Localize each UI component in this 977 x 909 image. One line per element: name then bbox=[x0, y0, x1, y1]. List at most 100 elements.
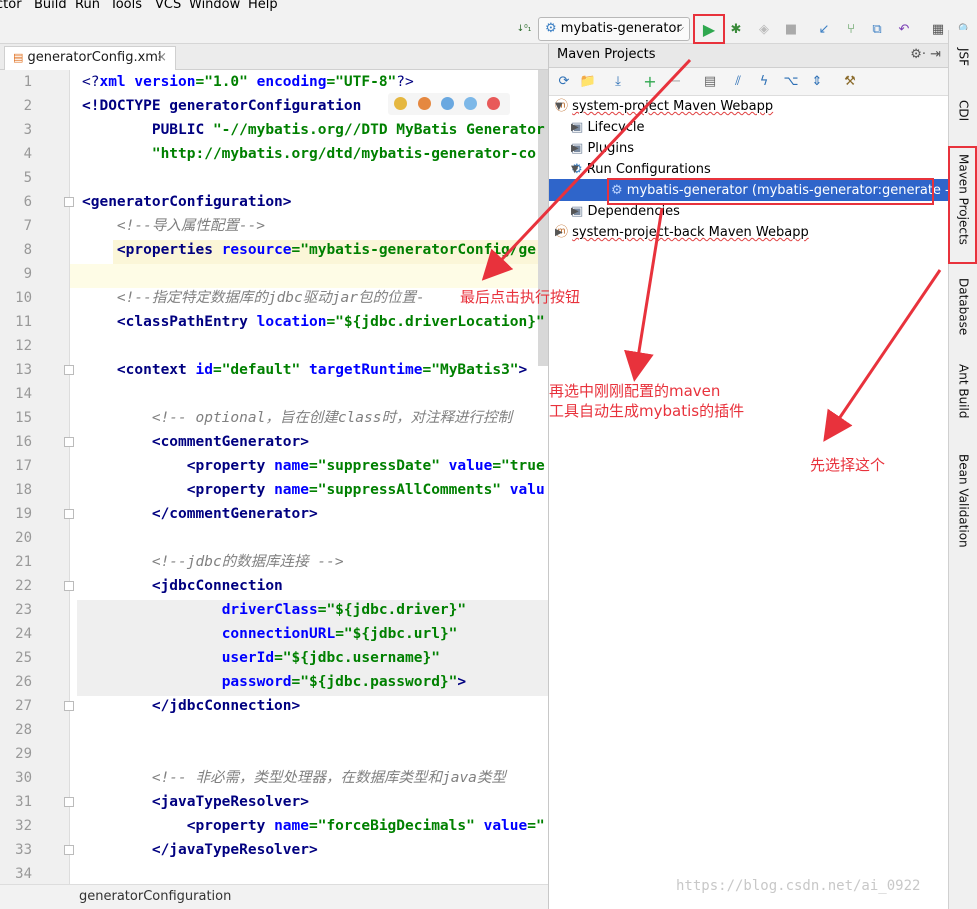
fold-marker[interactable] bbox=[64, 845, 74, 855]
code-line: password="${jdbc.password}"> bbox=[221, 674, 467, 690]
add-icon[interactable]: + bbox=[641, 72, 659, 91]
project-structure-icon[interactable]: ▦ bbox=[928, 19, 948, 39]
run-config-select[interactable]: ⚙ mybatis-generator ⌵ bbox=[538, 17, 690, 41]
tree-node-run-configurations[interactable]: ▼ ⚙ Run Configurations bbox=[571, 159, 711, 180]
code-line: <properties resource="mybatis-generatorC… bbox=[82, 242, 536, 258]
line-number: 26 bbox=[15, 674, 32, 690]
maven-settings-icon[interactable]: ⚒ bbox=[841, 72, 859, 90]
menu-item[interactable]: ctor bbox=[0, 0, 22, 11]
reimport-icon[interactable]: ⟳ bbox=[555, 72, 573, 90]
line-number: 16 bbox=[15, 434, 32, 450]
fold-marker[interactable] bbox=[64, 581, 74, 591]
code-line: <javaTypeResolver> bbox=[82, 794, 309, 810]
code-lines: 1 2 3 4 5 6 7 8 9 10 11 12 13 14 15 16 1… bbox=[0, 70, 548, 884]
code-line: <generatorConfiguration> bbox=[82, 194, 292, 210]
vcs-commit-icon[interactable]: ⑂ bbox=[841, 19, 861, 39]
skip-tests-icon[interactable]: ϟ bbox=[755, 72, 773, 90]
menu-tools[interactable]: Tools bbox=[110, 0, 142, 11]
line-number: 31 bbox=[15, 794, 32, 810]
tree-node-project2[interactable]: ▶ ⓜ system-project-back Maven Webapp bbox=[555, 222, 809, 243]
show-dependencies-icon[interactable]: ⌥ bbox=[782, 72, 800, 90]
maven-projects-panel: Maven Projects ⚙· ⇥ ⟳ 📁 ⤓ + − ▤ ⫽ ϟ ⌥ ⇕ … bbox=[548, 44, 963, 909]
line-number: 5 bbox=[23, 170, 32, 186]
breadcrumb[interactable]: generatorConfiguration bbox=[0, 884, 548, 909]
line-number: 30 bbox=[15, 770, 32, 786]
download-icon[interactable]: ⤓ bbox=[609, 72, 627, 90]
tree-node-lifecycle[interactable]: ▶ ▣ Lifecycle bbox=[571, 117, 644, 138]
revert-icon[interactable]: ↶ bbox=[894, 19, 914, 39]
line-number: 19 bbox=[15, 506, 32, 522]
code-comment: <!-- optional，旨在创建class时，对注释进行控制 bbox=[82, 410, 512, 426]
tree-label: system-project Maven Webapp bbox=[572, 99, 774, 114]
code-line: PUBLIC "-//mybatis.org//DTD MyBatis Gene… bbox=[82, 122, 545, 138]
maven-panel-header: Maven Projects ⚙· ⇥ bbox=[549, 44, 949, 68]
line-number: 2 bbox=[23, 98, 32, 114]
line-number: 23 bbox=[15, 602, 32, 618]
firefox-icon[interactable] bbox=[418, 97, 431, 110]
tool-tab-ant-build[interactable]: Ant Build bbox=[949, 364, 977, 434]
opera-icon[interactable] bbox=[487, 97, 500, 110]
line-number: 6 bbox=[23, 194, 32, 210]
code-line: driverClass="${jdbc.driver}" bbox=[221, 602, 467, 618]
coverage-icon[interactable]: ◈ bbox=[754, 19, 774, 39]
run-item-highlight-box bbox=[607, 178, 934, 205]
tab-generator-config[interactable]: ▤ generatorConfig.xml × bbox=[4, 46, 176, 70]
tree-label: Run Configurations bbox=[586, 162, 711, 177]
run-config-label: mybatis-generator bbox=[560, 21, 682, 36]
menu-help[interactable]: Help bbox=[248, 0, 278, 11]
fold-marker[interactable] bbox=[64, 197, 74, 207]
panel-title: Maven Projects bbox=[557, 47, 656, 62]
code-line: </javaTypeResolver> bbox=[82, 842, 318, 858]
browser-preview-bar bbox=[388, 93, 510, 115]
menu-vcs[interactable]: VCS bbox=[155, 0, 181, 11]
tree-node-plugins[interactable]: ▶ ▣ Plugins bbox=[571, 138, 634, 159]
menu-window[interactable]: Window bbox=[189, 0, 240, 11]
code-line: <context id="default" targetRuntime="MyB… bbox=[82, 362, 528, 378]
vcs-update-icon[interactable]: ↙ bbox=[814, 19, 834, 39]
tool-tab-jsf[interactable]: JSF bbox=[949, 48, 977, 88]
note-click-run: 最后点击执行按钮 bbox=[460, 288, 581, 306]
line-number: 14 bbox=[15, 386, 32, 402]
line-number: 9 bbox=[23, 266, 32, 282]
line-number: 7 bbox=[23, 218, 32, 234]
menu-run[interactable]: Run bbox=[75, 0, 100, 11]
tool-tab-database[interactable]: Database bbox=[949, 278, 977, 348]
panel-settings-icon[interactable]: ⚙· ⇥ bbox=[910, 44, 941, 66]
run-button-highlight-box bbox=[693, 14, 725, 44]
fold-marker[interactable] bbox=[64, 437, 74, 447]
maven-tab-highlight-box bbox=[948, 146, 977, 264]
chevron-right-icon: ▶ bbox=[571, 206, 579, 217]
menu-build[interactable]: Build bbox=[34, 0, 67, 11]
line-number: 32 bbox=[15, 818, 32, 834]
generate-sources-icon[interactable]: 📁 bbox=[579, 72, 597, 90]
gear-icon: ⚙ bbox=[545, 21, 557, 36]
fold-marker[interactable] bbox=[64, 365, 74, 375]
fold-marker[interactable] bbox=[64, 797, 74, 807]
line-number: 29 bbox=[15, 746, 32, 762]
note-select-first: 先选择这个 bbox=[810, 456, 886, 474]
line-number: 33 bbox=[15, 842, 32, 858]
toggle-offline-icon[interactable]: ⫽ bbox=[729, 72, 747, 90]
code-comment: <!-- 非必需，类型处理器，在数据库类型和java类型 bbox=[82, 770, 506, 786]
xml-file-icon: ▤ bbox=[13, 51, 24, 64]
compare-icon[interactable]: ⧉ bbox=[867, 19, 887, 39]
debug-icon[interactable]: ✱ bbox=[726, 19, 746, 39]
tree-label: Dependencies bbox=[587, 204, 680, 219]
line-number: 22 bbox=[15, 578, 32, 594]
stop-icon[interactable]: ■ bbox=[781, 19, 801, 39]
line-number: 34 bbox=[15, 866, 32, 882]
fold-marker[interactable] bbox=[64, 701, 74, 711]
sort-icon[interactable]: ↓⁰₁ bbox=[514, 19, 534, 39]
safari-icon[interactable] bbox=[441, 97, 454, 110]
tree-node-project1[interactable]: ▼ ⓜ system-project Maven Webapp bbox=[555, 96, 773, 117]
tool-tab-cdi[interactable]: CDI bbox=[949, 100, 977, 140]
chrome-icon[interactable] bbox=[394, 97, 407, 110]
remove-icon[interactable]: − bbox=[667, 72, 685, 90]
ie-icon[interactable] bbox=[464, 97, 477, 110]
fold-marker[interactable] bbox=[64, 509, 74, 519]
note-select-config: 再选中刚刚配置的maven bbox=[549, 382, 721, 400]
tool-tab-bean-validation[interactable]: Bean Validation bbox=[949, 454, 977, 564]
collapse-all-icon[interactable]: ⇕ bbox=[808, 72, 826, 90]
close-icon[interactable]: × bbox=[156, 47, 167, 69]
run-maven-build-icon[interactable]: ▤ bbox=[701, 72, 719, 90]
